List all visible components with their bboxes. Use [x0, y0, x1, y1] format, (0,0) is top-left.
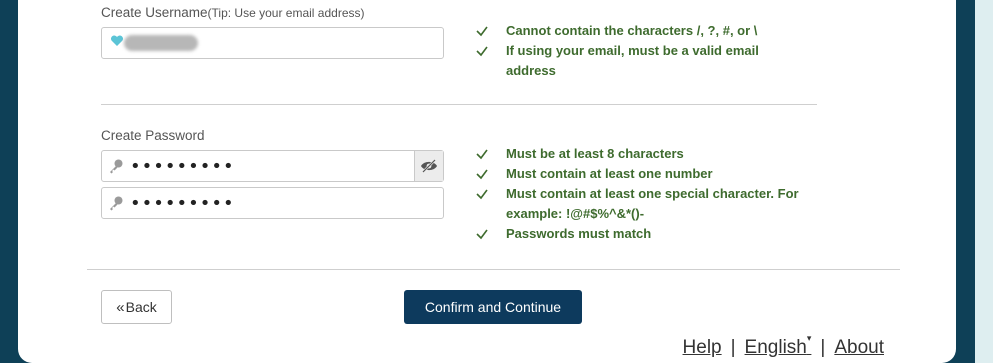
rule-item: Must contain at least one number — [475, 164, 815, 184]
footer-links: Help | English▾ | About — [683, 333, 884, 359]
section-divider — [101, 104, 817, 105]
back-button[interactable]: « Back — [101, 290, 172, 324]
username-redacted-value — [124, 35, 198, 51]
help-link[interactable]: Help — [683, 337, 722, 359]
username-input[interactable] — [101, 27, 444, 59]
username-label: Create Username(Tip: Use your email addr… — [101, 5, 364, 20]
language-label: English — [744, 337, 807, 358]
rule-item: Passwords must match — [475, 224, 815, 244]
rule-text: Cannot contain the characters /, ?, #, o… — [506, 23, 758, 38]
confirm-continue-button[interactable]: Confirm and Continue — [404, 290, 582, 324]
footer-separator: | — [730, 337, 736, 358]
footer-separator: | — [820, 337, 826, 358]
key-icon — [110, 159, 123, 174]
rule-item: Must contain at least one special charac… — [475, 184, 815, 224]
password-label: Create Password — [101, 128, 205, 143]
password-masked-value: ••••••••• — [130, 156, 235, 177]
check-icon — [476, 229, 488, 240]
language-selector[interactable]: English▾ — [744, 333, 812, 359]
check-icon — [476, 169, 488, 180]
rule-text: Passwords must match — [506, 226, 652, 241]
password-input[interactable]: ••••••••• — [101, 150, 444, 182]
key-icon — [110, 196, 123, 211]
heart-icon — [110, 35, 124, 46]
rule-item: Cannot contain the characters /, ?, #, o… — [475, 21, 805, 41]
rule-text: Must contain at least one number — [506, 166, 713, 181]
check-icon — [476, 46, 488, 57]
username-tip: (Tip: Use your email address) — [207, 6, 365, 20]
rule-text: If using your email, must be a valid ema… — [506, 43, 759, 78]
rule-item: Must be at least 8 characters — [475, 144, 815, 164]
confirm-password-masked-value: ••••••••• — [130, 193, 235, 214]
back-button-label: Back — [125, 299, 157, 315]
caret-down-icon: ▾ — [806, 333, 812, 343]
check-icon — [476, 149, 488, 160]
eye-slash-icon — [421, 159, 437, 173]
rule-text: Must be at least 8 characters — [506, 146, 684, 161]
check-icon — [476, 26, 488, 37]
toggle-visibility-button[interactable] — [414, 151, 443, 181]
double-chevron-left-icon: « — [116, 298, 125, 316]
confirm-button-label: Confirm and Continue — [424, 299, 562, 315]
actions-divider — [87, 269, 900, 270]
rule-text: Must contain at least one special charac… — [506, 186, 799, 221]
confirm-password-input[interactable]: ••••••••• — [101, 187, 444, 219]
username-rules: Cannot contain the characters /, ?, #, o… — [475, 21, 805, 81]
username-label-text: Create Username — [101, 5, 208, 20]
password-rules: Must be at least 8 characters Must conta… — [475, 144, 815, 244]
about-link[interactable]: About — [834, 337, 884, 359]
check-icon — [476, 189, 488, 200]
rule-item: If using your email, must be a valid ema… — [475, 41, 805, 81]
